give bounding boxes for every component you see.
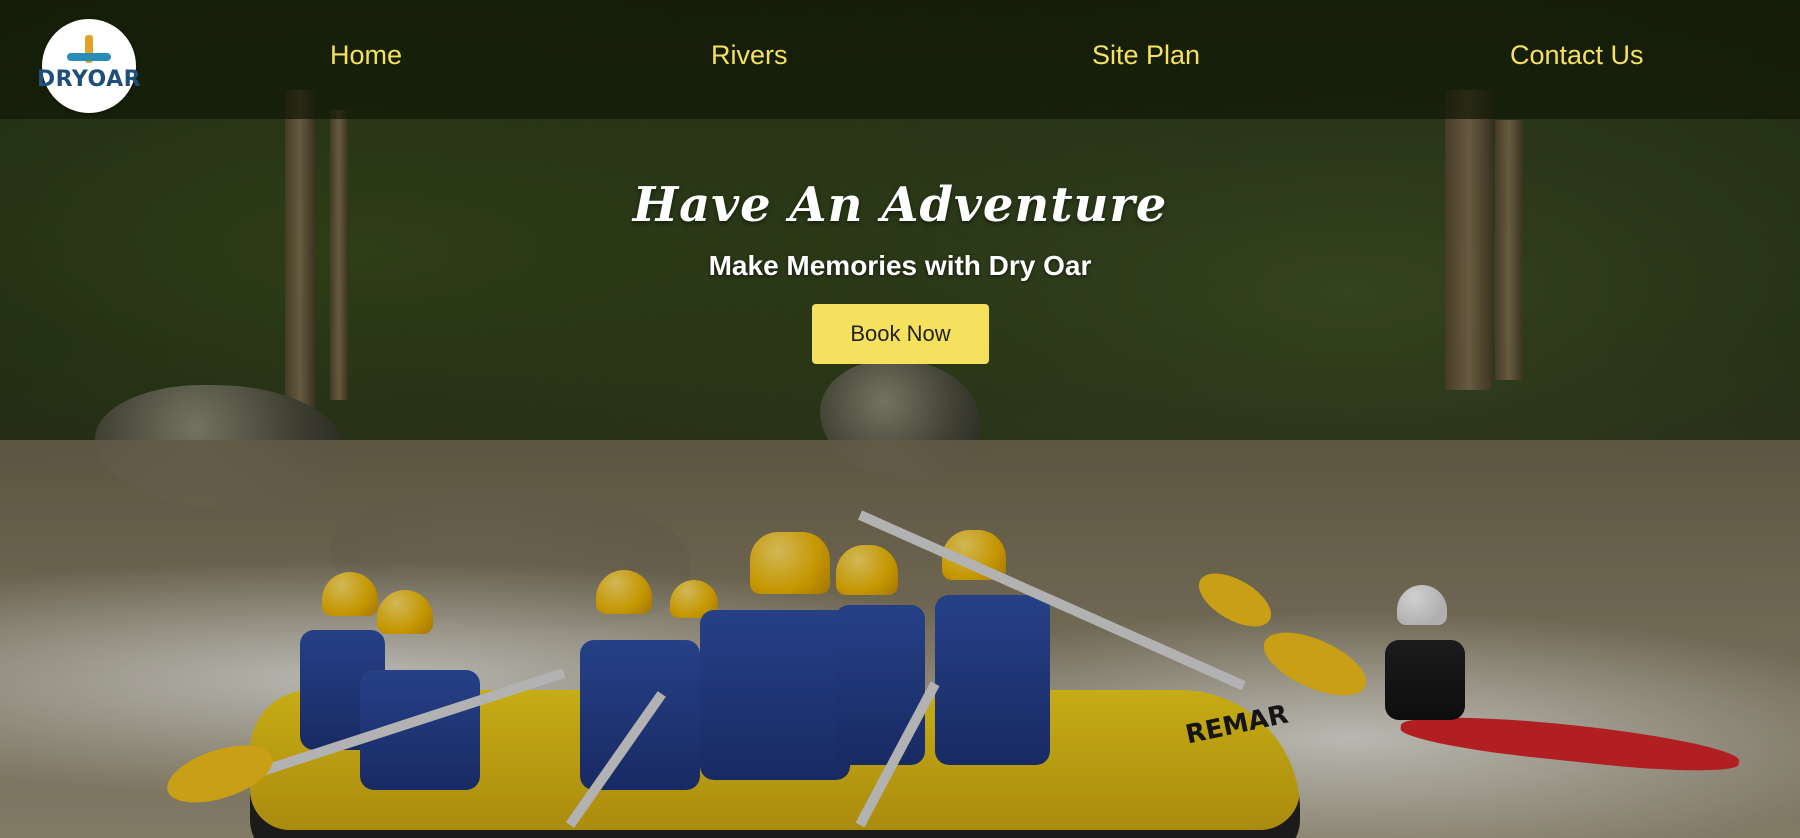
nav-link-contact-us[interactable]: Contact Us: [1510, 40, 1644, 71]
nav-link-site-plan[interactable]: Site Plan: [1092, 40, 1200, 71]
hero-subtitle: Make Memories with Dry Oar: [708, 250, 1092, 281]
background-overlay: [0, 0, 1800, 838]
logo-text: DRYOAR: [36, 66, 142, 92]
book-now-button[interactable]: Book Now: [812, 304, 989, 364]
hero-title: Have An Adventure: [632, 177, 1168, 234]
nav-link-home[interactable]: Home: [330, 40, 402, 71]
hero-section: REMAR DRYOAR Home Rivers Site Plan Conta…: [0, 0, 1800, 838]
dryoar-logo[interactable]: DRYOAR: [37, 19, 141, 113]
nav-link-rivers[interactable]: Rivers: [711, 40, 788, 71]
wave-icon: [67, 52, 111, 61]
top-navbar: DRYOAR Home Rivers Site Plan Contact Us: [0, 0, 1800, 119]
